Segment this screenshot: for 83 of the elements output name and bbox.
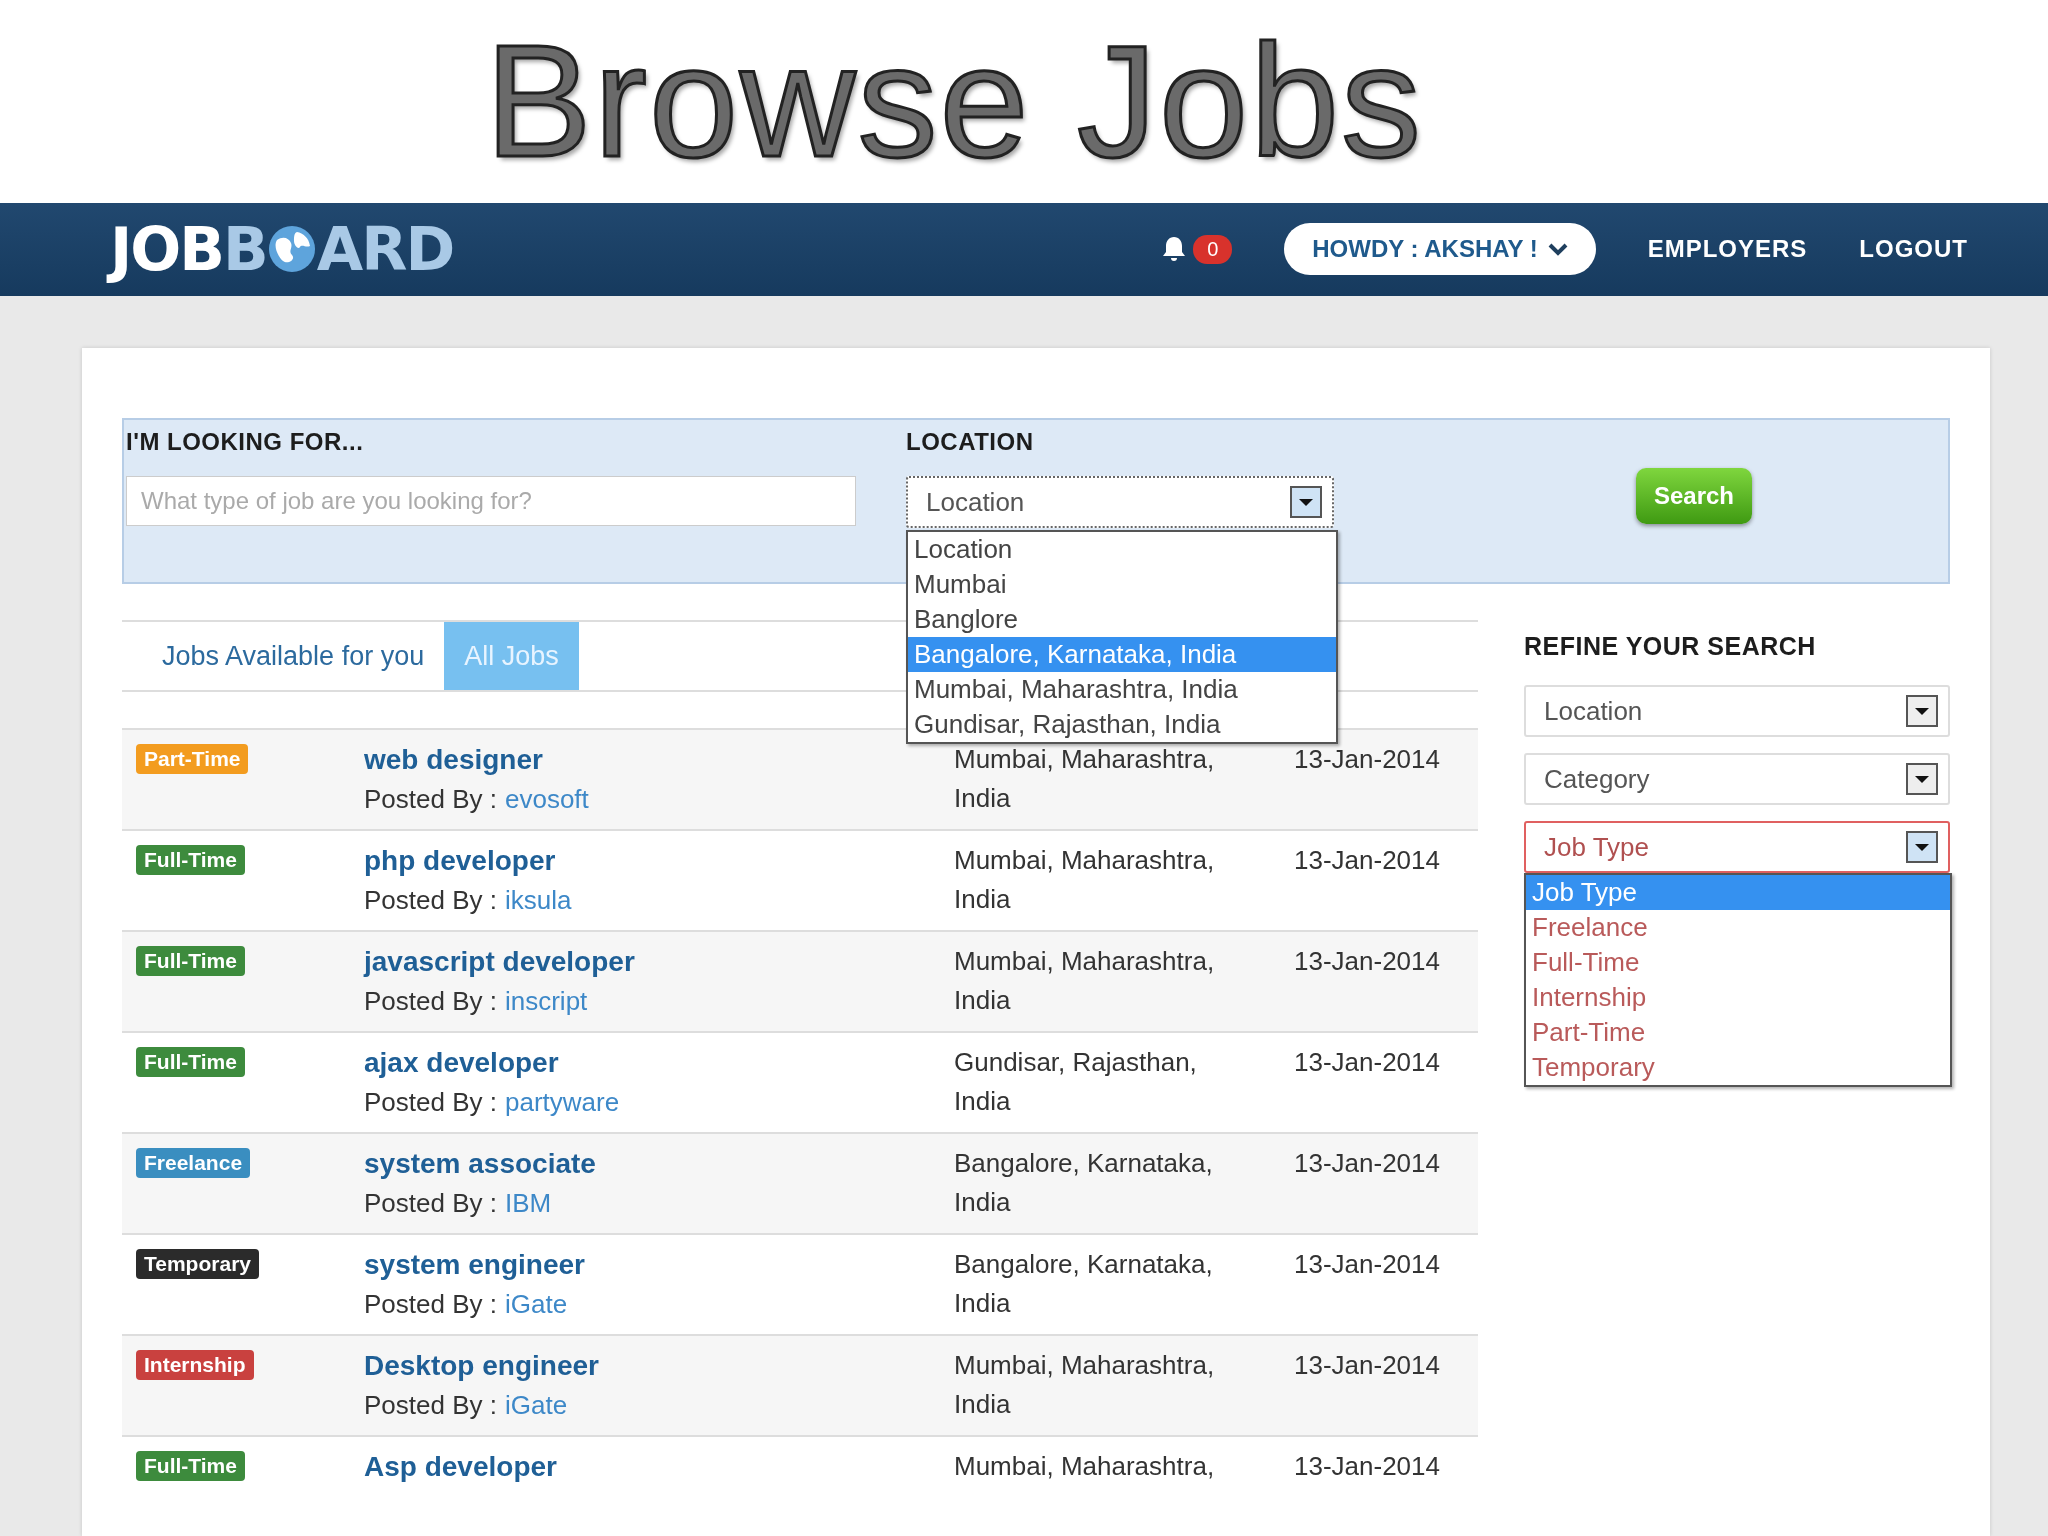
logo-text: ARD xyxy=(316,214,454,285)
job-type-badge: Internship xyxy=(136,1350,254,1380)
user-menu-button[interactable]: HOWDY : AKSHAY ! xyxy=(1284,223,1596,276)
bell-icon[interactable] xyxy=(1161,235,1188,264)
job-date: 13-Jan-2014 xyxy=(1294,1047,1441,1079)
dropdown-option[interactable]: Part-Time xyxy=(1526,1015,1950,1050)
job-date: 13-Jan-2014 xyxy=(1294,1350,1441,1382)
posted-by-label: Posted By : xyxy=(364,1087,497,1118)
job-location: India xyxy=(954,884,1012,915)
job-date: 13-Jan-2014 xyxy=(1294,845,1441,877)
job-location: Bangalore, Karnataka, xyxy=(954,1148,1214,1179)
job-title-link[interactable]: php developer xyxy=(364,845,954,877)
nav-link[interactable]: LOGOUT xyxy=(1859,235,1968,264)
chevron-down-icon xyxy=(1547,242,1568,257)
job-title-link[interactable]: web designer xyxy=(364,744,954,776)
dropdown-option[interactable]: Location xyxy=(908,532,1336,567)
job-location: Mumbai, Maharashtra, xyxy=(954,744,1216,775)
job-date: 13-Jan-2014 xyxy=(1294,1451,1441,1483)
dropdown-option[interactable]: Freelance xyxy=(1526,910,1950,945)
dropdown-option[interactable]: Gundisar, Rajasthan, India xyxy=(908,707,1336,742)
dropdown-option[interactable]: Temporary xyxy=(1526,1050,1950,1085)
job-date: 13-Jan-2014 xyxy=(1294,744,1441,776)
job-type-badge: Temporary xyxy=(136,1249,259,1279)
job-type-badge: Full-Time xyxy=(136,946,245,976)
job-title-link[interactable]: Desktop engineer xyxy=(364,1350,954,1382)
job-type-badge: Full-Time xyxy=(136,1047,245,1077)
dropdown-option[interactable]: Job Type xyxy=(1526,875,1950,910)
job-type-badge: Part-Time xyxy=(136,744,249,774)
dropdown-option[interactable]: Bangalore, Karnataka, India xyxy=(908,637,1336,672)
job-location: Bangalore, Karnataka, xyxy=(954,1249,1214,1280)
job-location: India xyxy=(954,1086,1012,1117)
sidebar-title: REFINE YOUR SEARCH xyxy=(1524,632,1817,661)
company-link[interactable]: iksula xyxy=(504,885,572,916)
posted-by-label: Posted By : xyxy=(364,1390,497,1421)
field-label: LOCATION xyxy=(906,428,1035,456)
job-location: India xyxy=(954,1288,1012,1319)
dropdown-option[interactable]: Mumbai, Maharashtra, India xyxy=(908,672,1336,707)
company-link[interactable]: iGate xyxy=(504,1390,568,1421)
job-type-badge: Freelance xyxy=(136,1148,251,1178)
job-type-badge: Full-Time xyxy=(136,845,245,875)
keyword-field[interactable]: What type of job are you looking for? xyxy=(126,476,856,526)
job-location: Gundisar, Rajasthan, xyxy=(954,1047,1198,1078)
filter-select[interactable]: Category xyxy=(1524,753,1950,805)
job-location: India xyxy=(954,1187,1012,1218)
field-label: I'M LOOKING FOR... xyxy=(126,428,365,456)
company-link[interactable]: inscript xyxy=(504,986,588,1017)
tab[interactable]: Jobs Available for you xyxy=(142,622,445,690)
job-title-link[interactable]: Asp developer xyxy=(364,1451,954,1483)
company-link[interactable]: partyware xyxy=(504,1087,620,1118)
dropdown-option[interactable]: Mumbai xyxy=(908,567,1336,602)
location-select[interactable]: Location xyxy=(906,476,1334,528)
company-link[interactable]: evosoft xyxy=(504,784,589,815)
job-location: India xyxy=(954,783,1012,814)
job-date: 13-Jan-2014 xyxy=(1294,946,1441,978)
job-location: Mumbai, Maharashtra, xyxy=(954,1451,1216,1482)
job-date: 13-Jan-2014 xyxy=(1294,1249,1441,1281)
job-type-badge: Full-Time xyxy=(136,1451,245,1481)
job-location: India xyxy=(954,1389,1012,1420)
job-location: India xyxy=(954,985,1012,1016)
dropdown-option[interactable]: Banglore xyxy=(908,602,1336,637)
posted-by-label: Posted By : xyxy=(364,986,497,1017)
job-title-link[interactable]: system associate xyxy=(364,1148,954,1180)
job-date: 13-Jan-2014 xyxy=(1294,1148,1441,1180)
posted-by-label: Posted By : xyxy=(364,1188,497,1219)
filter-select[interactable]: Location xyxy=(1524,685,1950,737)
nav-link[interactable]: EMPLOYERS xyxy=(1647,235,1808,264)
notification-count: 0 xyxy=(1193,234,1233,264)
posted-by-label: Posted By : xyxy=(364,885,497,916)
job-title-link[interactable]: ajax developer xyxy=(364,1047,954,1079)
posted-by-label: Posted By : xyxy=(364,784,497,815)
globe-icon xyxy=(266,224,317,275)
company-link[interactable]: IBM xyxy=(504,1188,552,1219)
posted-by-label: Posted By : xyxy=(364,1289,497,1320)
job-location: Mumbai, Maharashtra, xyxy=(954,845,1216,876)
job-location: Mumbai, Maharashtra, xyxy=(954,1350,1216,1381)
filter-select[interactable]: Job Type xyxy=(1524,821,1950,873)
job-title-link[interactable]: javascript developer xyxy=(364,946,954,978)
company-link[interactable]: iGate xyxy=(504,1289,568,1320)
dropdown-option[interactable]: Internship xyxy=(1526,980,1950,1015)
slide-title: Browse Jobs xyxy=(485,10,1423,193)
job-title-link[interactable]: system engineer xyxy=(364,1249,954,1281)
dropdown-option[interactable]: Full-Time xyxy=(1526,945,1950,980)
job-location: Mumbai, Maharashtra, xyxy=(954,946,1216,977)
